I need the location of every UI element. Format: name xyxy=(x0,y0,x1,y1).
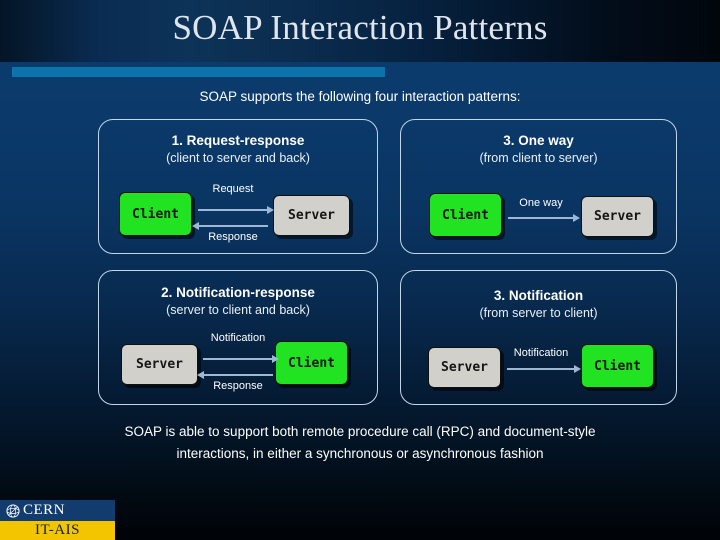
pattern-subtitle: (from client to server) xyxy=(479,151,598,165)
pattern-panel-notification-response: 2. Notification-response (server to clie… xyxy=(98,270,378,405)
page-title: SOAP Interaction Patterns xyxy=(172,8,548,47)
arrowhead-icon xyxy=(267,206,274,214)
intro-text: SOAP supports the following four interac… xyxy=(199,89,521,104)
node-server[interactable]: Server xyxy=(273,195,350,236)
outro-text: SOAP is able to support both remote proc… xyxy=(0,421,720,465)
arrowhead-icon xyxy=(574,365,581,373)
pattern-subtitle: (client to server and back) xyxy=(166,151,310,165)
node-client[interactable]: Client xyxy=(429,193,502,237)
arrow-response xyxy=(192,222,268,230)
cern-logo: CERN IT-AIS xyxy=(0,500,115,540)
arrow-label-notification: Notification xyxy=(513,347,569,359)
arrowhead-icon xyxy=(573,214,580,222)
arrow-label-notification: Notification xyxy=(210,332,266,344)
pattern-panel-one-way: 3. One way (from client to server) Clien… xyxy=(400,119,677,254)
pattern-title: 3. Notification xyxy=(493,288,584,303)
arrow-one-way xyxy=(508,214,580,222)
outro-line-2: interactions, in either a synchronous or… xyxy=(176,446,544,461)
arrowhead-icon xyxy=(272,355,279,363)
arrow-notification xyxy=(507,365,581,373)
pattern-panel-notification: 3. Notification (from server to client) … xyxy=(400,270,677,405)
cern-logo-bottom: IT-AIS xyxy=(0,521,115,540)
pattern-title: 3. One way xyxy=(503,133,574,148)
slide-canvas: SOAP Interaction Patterns SOAP supports … xyxy=(0,0,720,540)
arrow-request xyxy=(198,206,274,214)
arrow-notification xyxy=(203,355,279,363)
arrowhead-icon xyxy=(197,371,204,379)
cern-logo-text: CERN xyxy=(23,502,66,518)
accent-bar xyxy=(12,67,385,77)
pattern-panel-request-response: 1. Request-response (client to server an… xyxy=(98,119,378,254)
cern-emblem-icon xyxy=(6,503,20,518)
pattern-subtitle: (from server to client) xyxy=(479,306,598,320)
cern-group-text: IT-AIS xyxy=(35,522,80,538)
arrow-label-response: Response xyxy=(208,231,258,243)
outro-line-1: SOAP is able to support both remote proc… xyxy=(124,424,596,439)
arrow-label-one-way: One way xyxy=(519,197,563,209)
pattern-title: 1. Request-response xyxy=(171,133,305,148)
arrow-label-response: Response xyxy=(213,380,263,392)
node-server[interactable]: Server xyxy=(121,344,198,385)
node-client[interactable]: Client xyxy=(581,344,654,388)
arrow-response xyxy=(197,371,273,379)
node-server[interactable]: Server xyxy=(581,196,654,237)
cern-logo-top: CERN xyxy=(0,500,115,521)
arrowhead-icon xyxy=(192,222,199,230)
pattern-subtitle: (server to client and back) xyxy=(166,303,310,317)
node-server[interactable]: Server xyxy=(428,347,501,388)
arrow-label-request: Request xyxy=(212,183,254,195)
node-client[interactable]: Client xyxy=(119,192,192,236)
node-client[interactable]: Client xyxy=(275,341,348,385)
pattern-title: 2. Notification-response xyxy=(161,285,315,300)
